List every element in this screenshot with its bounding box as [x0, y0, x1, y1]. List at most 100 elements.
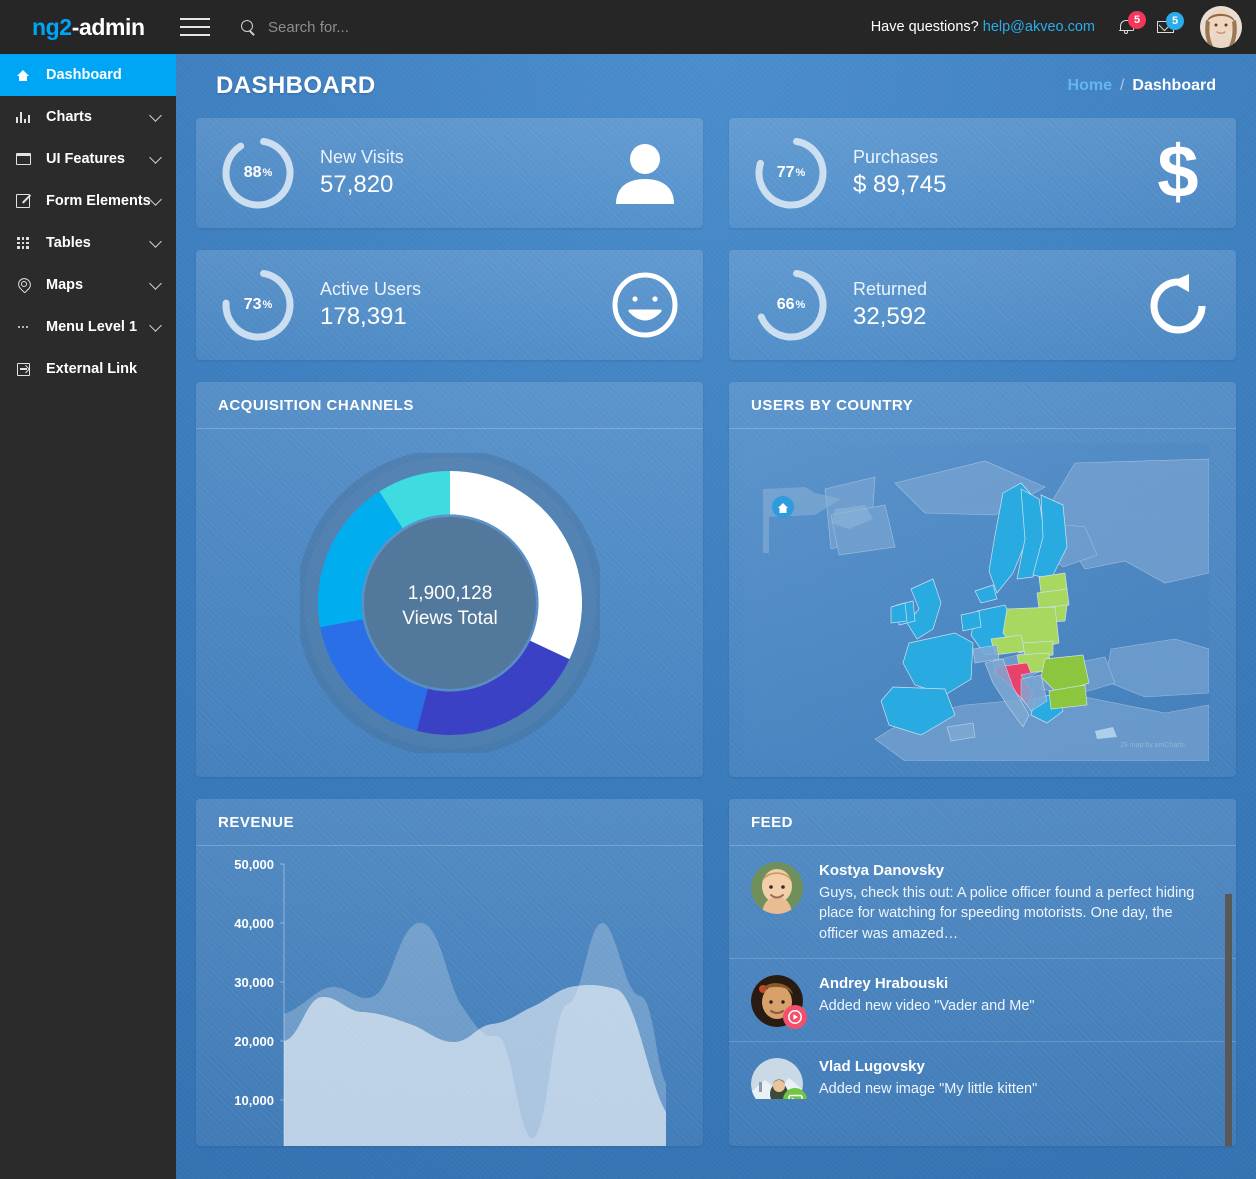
help-email-link[interactable]: help@akveo.com — [983, 19, 1095, 35]
percent-sign: % — [262, 167, 273, 179]
progress-ring: 77% — [751, 133, 831, 213]
stat-title: Purchases — [853, 147, 939, 168]
feed-message: Guys, check this out: A police officer f… — [819, 884, 1195, 942]
search-input[interactable] — [268, 18, 528, 36]
sidebar-item-ui-features[interactable]: UI Features — [0, 138, 176, 180]
sidebar-item-charts[interactable]: Charts — [0, 96, 176, 138]
chevron-down-icon — [149, 150, 162, 164]
breadcrumb-current: Dashboard — [1132, 77, 1216, 94]
stat-title: New Visits — [320, 147, 404, 168]
header-search[interactable] — [240, 18, 528, 36]
breadcrumb-home-link[interactable]: Home — [1068, 77, 1112, 95]
refresh-icon — [1142, 269, 1214, 341]
revenue-chart[interactable]: 50,000 40,000 30,000 20,000 10,000 — [196, 846, 703, 1146]
progress-value: 77 — [776, 164, 795, 181]
pencil-square-icon — [12, 194, 34, 208]
avatar — [751, 975, 807, 1030]
stat-value: $ 89,745 — [853, 170, 947, 198]
list-item[interactable]: Vlad Lugovsky Added new image "My little… — [729, 1042, 1236, 1099]
feed-message: Added new image "My little kitten" — [819, 1080, 1038, 1097]
window-icon — [12, 153, 34, 165]
feed-text: Andrey Hrabouski Added new video "Vader … — [819, 973, 1210, 1016]
user-avatar[interactable] — [1200, 6, 1242, 48]
percent-sign: % — [795, 167, 806, 179]
feed-list-body: Kostya Danovsky Guys, check this out: A … — [729, 846, 1236, 1146]
sidebar-item-maps[interactable]: Maps — [0, 264, 176, 306]
feed-scrollbar[interactable] — [1225, 894, 1232, 1146]
breadcrumb: Home / Dashboard — [1068, 77, 1216, 95]
notifications-badge: 5 — [1128, 11, 1146, 29]
percent-sign: % — [262, 299, 273, 311]
sidebar-nav: Dashboard Charts UI Features Form Elemen… — [0, 54, 176, 1179]
avatar — [751, 862, 803, 914]
main-content: DASHBOARD Home / Dashboard 88% New Visit — [176, 54, 1256, 1179]
search-icon — [240, 19, 256, 35]
europe-map[interactable]: JS map by amCharts — [729, 429, 1236, 777]
sidebar-item-label: External Link — [46, 361, 138, 377]
stat-card-purchases[interactable]: 77% Purchases $ 89,745 $ — [729, 118, 1236, 228]
stat-title: Active Users — [320, 279, 422, 300]
revenue-series-2 — [284, 985, 666, 1146]
hamburger-icon[interactable] — [180, 16, 210, 38]
feed-scroll-area[interactable]: Kostya Danovsky Guys, check this out: A … — [729, 846, 1236, 1099]
sidebar-item-label: Dashboard — [46, 67, 122, 83]
ellipsis-icon — [12, 325, 34, 329]
dashboard-grid: 88% New Visits 57,820 73 % Active Users … — [176, 118, 1256, 1146]
home-icon — [12, 69, 34, 82]
chevron-down-icon — [149, 108, 162, 122]
panel-users-by-country: USERS BY COUNTRY JS map by amCharts — [729, 382, 1236, 777]
sidebar-item-external-link[interactable]: External Link — [0, 348, 176, 390]
stat-text: New Visits 57,820 — [320, 146, 404, 200]
stat-card-new-visits[interactable]: 88% New Visits 57,820 — [196, 118, 703, 228]
chevron-down-icon — [149, 276, 162, 290]
progress-ring: 88% — [218, 133, 298, 213]
panel-title: ACQUISITION CHANNELS — [196, 382, 703, 429]
stat-column-right: 77% Purchases $ 89,745 $ 66 % Returned 3… — [729, 118, 1236, 360]
sidebar-item-tables[interactable]: Tables — [0, 222, 176, 264]
list-item[interactable]: Kostya Danovsky Guys, check this out: A … — [729, 846, 1236, 960]
stat-text: Returned 32,592 — [853, 278, 927, 332]
image-icon — [783, 1088, 807, 1099]
panel-title: FEED — [729, 799, 1236, 846]
sidebar-item-menu-level-1[interactable]: Menu Level 1 — [0, 306, 176, 348]
messages-button[interactable]: 5 — [1157, 12, 1184, 33]
chevron-down-icon — [149, 318, 162, 332]
map-credit: JS map by amCharts — [1120, 742, 1186, 749]
list-item[interactable]: Andrey Hrabouski Added new video "Vader … — [729, 959, 1236, 1043]
progress-value: 66 — [776, 296, 795, 313]
stat-card-returned[interactable]: 66% Returned 32,592 — [729, 250, 1236, 360]
panel-acquisition-channels: ACQUISITION CHANNELS 1,900,128 Views Tot… — [196, 382, 703, 777]
panel-title: USERS BY COUNTRY — [729, 382, 1236, 429]
map-pin-icon — [12, 278, 34, 292]
avatar — [751, 1058, 807, 1099]
stat-card-active-users[interactable]: 73% Active Users 178,391 — [196, 250, 703, 360]
sidebar-item-dashboard[interactable]: Dashboard — [0, 54, 176, 96]
feed-author: Kostya Danovsky — [819, 862, 945, 879]
y-tick-10000: 10,000 — [234, 1093, 274, 1108]
feed-text: Vlad Lugovsky Added new image "My little… — [819, 1056, 1210, 1099]
chevron-down-icon — [149, 192, 162, 206]
app-brand[interactable]: ng2-admin — [0, 14, 176, 41]
header-right-cluster: Have questions? help@akveo.com 5 5 — [871, 6, 1256, 48]
panel-feed: FEED Kostya Danovsky Guys, check this ou… — [729, 799, 1236, 1146]
progress-value: 73 — [243, 296, 262, 313]
donut-svg: 1,900,128 Views Total — [299, 453, 600, 753]
stat-value: 178,391 — [320, 302, 407, 330]
stat-value: 57,820 — [320, 170, 394, 198]
panel-title: REVENUE — [196, 799, 703, 846]
grid-icon — [12, 237, 34, 249]
page-title: DASHBOARD — [216, 72, 376, 99]
help-label: Have questions? help@akveo.com — [871, 19, 1095, 35]
brand-prefix: ng2 — [32, 13, 72, 40]
help-question-text: Have questions? — [870, 19, 979, 35]
chevron-down-icon — [149, 234, 162, 248]
notifications-button[interactable]: 5 — [1119, 11, 1146, 34]
feed-author: Andrey Hrabouski — [819, 975, 949, 993]
sidebar-item-label: Charts — [46, 109, 92, 125]
y-tick-30000: 30,000 — [234, 975, 274, 990]
sidebar-item-label: Tables — [46, 235, 91, 251]
y-tick-50000: 50,000 — [234, 857, 274, 872]
donut-chart[interactable]: 1,900,128 Views Total — [196, 429, 703, 777]
top-header: ng2-admin Have questions? help@akveo.com… — [0, 0, 1256, 54]
sidebar-item-form-elements[interactable]: Form Elements — [0, 180, 176, 222]
